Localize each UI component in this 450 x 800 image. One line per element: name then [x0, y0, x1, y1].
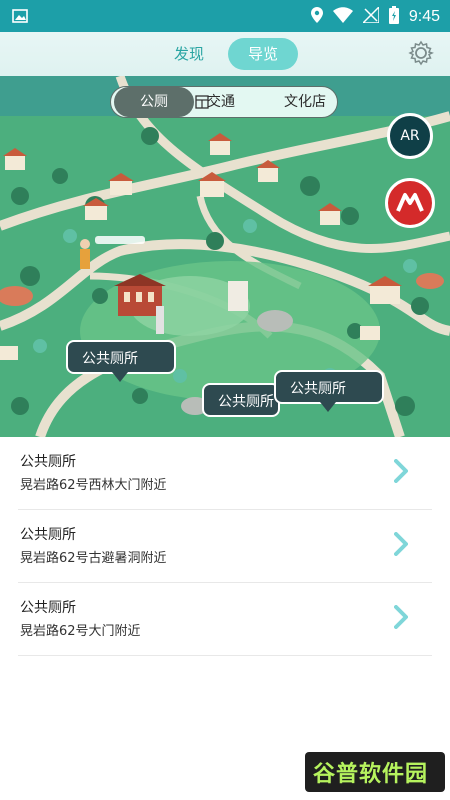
list-item-title: 公共厕所 — [20, 454, 76, 470]
poi-list: 公共厕所 晃岩路62号西林大门附近 公共厕所 晃岩路62号古避暑洞附近 公共厕所… — [0, 437, 450, 656]
map-marker-label: 公共厕所 — [290, 381, 346, 397]
location-icon — [310, 7, 323, 27]
chevron-right-icon[interactable] — [394, 459, 408, 487]
chevron-right-icon[interactable] — [394, 605, 408, 633]
list-item[interactable]: 公共厕所 晃岩路62号大门附近 — [18, 583, 432, 656]
list-item-address: 晃岩路62号西林大门附近 — [20, 478, 167, 493]
map-marker-label: 公共厕所 — [82, 351, 138, 367]
wifi-icon — [332, 7, 353, 27]
map-marker-label: 公共厕所 — [218, 394, 274, 410]
tab-guide[interactable]: 导览 — [228, 38, 298, 70]
map-marker-toilet[interactable]: 公共厕所 — [274, 370, 384, 412]
ar-button[interactable]: AR — [387, 113, 433, 159]
tab-discover[interactable]: 发现 — [164, 38, 214, 70]
watermark-text: 谷普软件园 — [313, 762, 429, 787]
ar-label: AR — [400, 128, 420, 144]
top-nav: 发现 导览 — [0, 32, 450, 76]
list-item[interactable]: 公共厕所 晃岩路62号西林大门附近 — [18, 437, 432, 510]
metro-icon — [396, 193, 424, 212]
list-item-title: 公共厕所 — [20, 527, 76, 543]
battery-icon — [388, 6, 399, 28]
list-item[interactable]: 公共厕所 晃岩路62号古避暑洞附近 — [18, 510, 432, 583]
filter-traffic[interactable]: 交通 — [207, 87, 267, 117]
chevron-right-icon[interactable] — [394, 532, 408, 560]
status-bar: 9:45 — [0, 0, 450, 32]
watermark-logo: 谷普软件园 — [305, 752, 445, 792]
gallery-icon — [12, 8, 28, 27]
settings-icon[interactable] — [408, 40, 434, 70]
map-marker-toilet[interactable]: 公共厕所 — [202, 383, 280, 417]
list-item-address: 晃岩路62号大门附近 — [20, 624, 141, 639]
metro-button[interactable] — [385, 178, 435, 228]
category-filter: 公厕 交通 文化店 — [110, 86, 338, 118]
signal-icon — [361, 5, 380, 27]
status-time: 9:45 — [408, 8, 440, 25]
list-item-title: 公共厕所 — [20, 600, 76, 616]
map-marker-toilet[interactable]: 公共厕所 — [66, 340, 176, 382]
list-item-address: 晃岩路62号古避暑洞附近 — [20, 551, 167, 566]
filter-culture-shop[interactable]: 文化店 — [275, 87, 335, 117]
filter-toilet[interactable]: 公厕 — [114, 87, 194, 117]
